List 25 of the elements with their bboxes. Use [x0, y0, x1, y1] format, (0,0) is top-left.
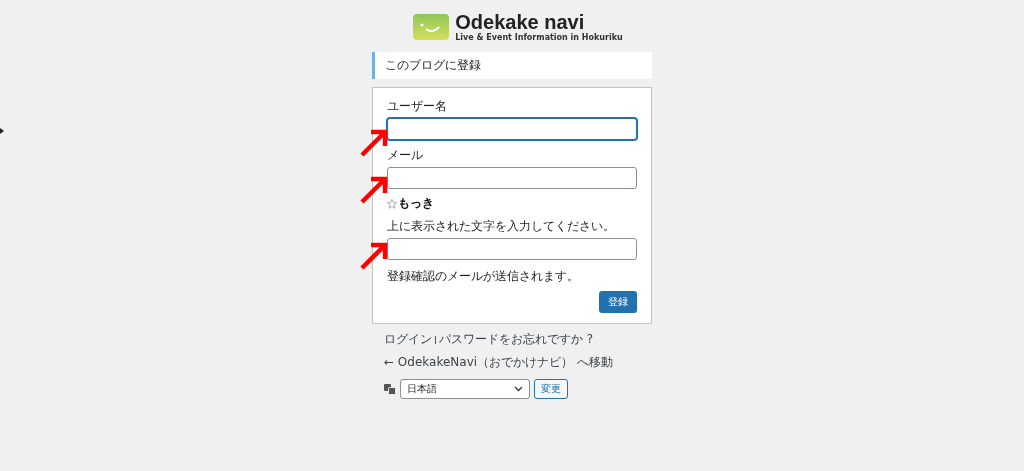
field-label: ユーザー名: [387, 98, 448, 115]
logo-tagline: Live & Event Information in Hokuriku: [455, 33, 623, 42]
input-field[interactable]: [387, 118, 637, 140]
translate-icon: [384, 383, 396, 395]
field-label: メール: [387, 147, 424, 164]
input-field[interactable]: [387, 167, 637, 189]
login-link[interactable]: ログイン: [384, 331, 432, 348]
captcha-field[interactable]: [387, 238, 637, 260]
arrow-drawing: [359, 175, 389, 205]
language-select[interactable]: 日本語: [400, 379, 530, 399]
arrow-drawing: [359, 128, 389, 158]
register-button[interactable]: 登録: [599, 291, 637, 313]
smile-logo-icon: [413, 14, 450, 40]
lost-password-link[interactable]: パスワードをお忘れですか ?: [439, 331, 594, 348]
chevron-down-icon: [514, 386, 523, 392]
back-link[interactable]: ← OdekakeNavi（おでかけナビ） へ移動: [372, 354, 652, 371]
logo-name: Odekake navi: [455, 12, 586, 33]
captcha-instruction: 上に表示された文字を入力してください。: [387, 218, 616, 235]
email-note: 登録確認のメールが送信されます。: [387, 268, 580, 285]
arrow-drawing: [359, 241, 389, 271]
caret-icon: [0, 128, 4, 134]
captcha-text: もっき: [398, 195, 434, 212]
star-icon: [387, 198, 397, 209]
change-button[interactable]: 変更: [534, 379, 568, 399]
notice-message: このブログに登録: [372, 52, 652, 79]
